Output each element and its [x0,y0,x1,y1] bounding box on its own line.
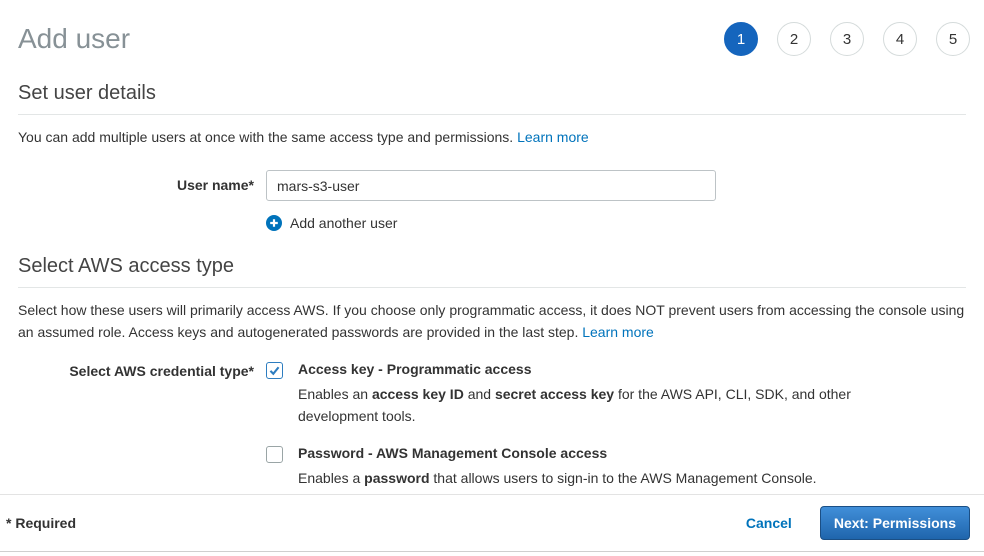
credential-type-row: Select AWS credential type* Access key -… [18,361,966,489]
step-4-indicator: 4 [883,22,917,56]
page-header: Add user 1 2 3 4 5 [0,0,984,62]
console-access-option: Password - AWS Management Console access… [266,445,858,489]
console-access-checkbox[interactable] [266,446,283,463]
user-details-learn-more-link[interactable]: Learn more [517,129,589,145]
desc-text: that allows users to sign-in to the AWS … [430,470,817,486]
programmatic-access-option: Access key - Programmatic access Enables… [266,361,858,427]
wizard-footer: * Required Cancel Next: Permissions [0,494,984,552]
cancel-button[interactable]: Cancel [746,515,792,531]
desc-text: Enables a [298,470,364,486]
access-type-heading: Select AWS access type [18,255,966,288]
step-2-indicator: 2 [777,22,811,56]
page-title: Add user [18,23,130,55]
user-details-intro-text: You can add multiple users at once with … [18,129,513,145]
next-permissions-button[interactable]: Next: Permissions [820,506,970,540]
access-type-intro-text: Select how these users will primarily ac… [18,302,964,340]
console-access-title: Password - AWS Management Console access [298,445,817,461]
step-5-indicator: 5 [936,22,970,56]
access-type-intro: Select how these users will primarily ac… [18,299,966,343]
username-input[interactable] [266,170,716,201]
programmatic-access-description: Enables an access key ID and secret acce… [298,383,858,427]
console-access-description: Enables a password that allows users to … [298,467,817,489]
step-1-indicator: 1 [724,22,758,56]
desc-bold: secret access key [495,386,614,402]
step-3-indicator: 3 [830,22,864,56]
add-another-user-label: Add another user [290,215,397,231]
username-row: User name* [18,170,966,201]
access-type-learn-more-link[interactable]: Learn more [582,324,654,340]
wizard-step-indicator: 1 2 3 4 5 [724,22,970,56]
desc-bold: password [364,470,429,486]
desc-text: Enables an [298,386,372,402]
username-label: User name* [18,170,254,201]
programmatic-access-title: Access key - Programmatic access [298,361,858,377]
checkmark-icon [268,364,281,377]
desc-text: and [464,386,495,402]
credential-type-label: Select AWS credential type* [18,361,254,489]
add-another-user-button[interactable]: Add another user [266,215,966,231]
wizard-body: Set user details You can add multiple us… [0,62,984,494]
user-details-heading: Set user details [18,82,966,115]
programmatic-access-checkbox[interactable] [266,362,283,379]
required-note: * Required [6,515,76,531]
user-details-intro: You can add multiple users at once with … [18,126,966,148]
plus-circle-icon [266,215,282,231]
desc-bold: access key ID [372,386,464,402]
